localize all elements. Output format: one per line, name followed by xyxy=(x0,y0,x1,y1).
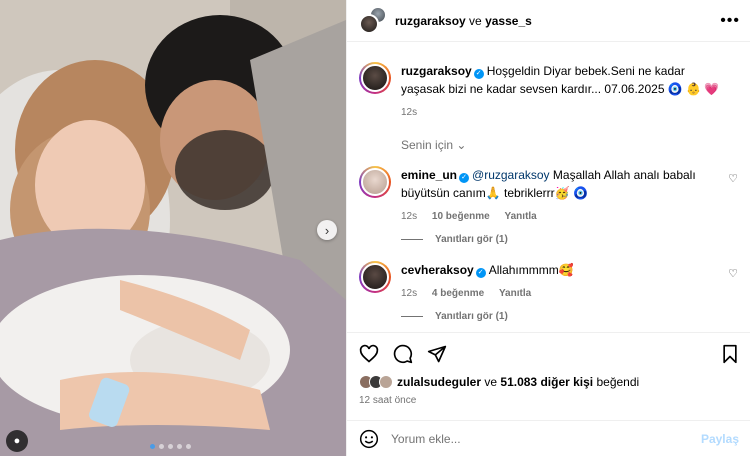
comment-time[interactable]: 12s xyxy=(401,288,417,299)
carousel-dots xyxy=(150,444,191,449)
collab-avatars[interactable] xyxy=(359,5,387,34)
comment-meta: 12s 4 beğenme Yanıtla xyxy=(401,285,720,303)
carousel-dot xyxy=(186,444,191,449)
comment-bubble-icon[interactable] xyxy=(393,344,413,364)
avatar[interactable] xyxy=(359,13,379,34)
next-photo-button[interactable]: › xyxy=(317,220,337,240)
comment-item: emine_un ✓ @ruzgaraksoy Maşallah Allah ana… xyxy=(359,166,738,226)
comment-like-icon[interactable]: ♡ xyxy=(728,267,738,280)
post-photo[interactable]: › ● xyxy=(0,0,346,456)
add-comment-bar: Yorum ekle... Paylaş xyxy=(347,420,750,456)
caption: ruzgaraksoy ✓ Hoşgeldin Diyar bebek.Seni n… xyxy=(359,62,738,122)
share-send-icon[interactable] xyxy=(427,344,447,364)
view-replies-label[interactable]: Yanıtları gör (1) xyxy=(435,311,508,322)
likes-summary: zulalsudeguler ve 51.083 diğer kişi beğe… xyxy=(359,375,739,389)
post-actions: zulalsudeguler ve 51.083 diğer kişi beğe… xyxy=(347,332,750,406)
comment-time[interactable]: 12s xyxy=(401,211,417,222)
carousel-dot xyxy=(159,444,164,449)
comment-mention[interactable]: @ruzgaraksoy xyxy=(472,168,550,182)
caption-time[interactable]: 12s xyxy=(401,107,417,118)
liked-suffix: beğendi xyxy=(596,375,640,389)
comment-input[interactable]: Yorum ekle... xyxy=(391,432,701,446)
view-replies-button[interactable]: Yanıtları gör (1) xyxy=(401,234,738,245)
verified-badge-icon: ✓ xyxy=(473,69,484,79)
more-horizontal-icon[interactable]: ••• xyxy=(720,12,740,30)
comment-item: cevheraksoy ✓ Allahımmmm🥰 12s 4 beğenme Ya… xyxy=(359,261,738,303)
carousel-dot xyxy=(177,444,182,449)
comment-like-icon[interactable]: ♡ xyxy=(728,172,738,185)
post-comment-button[interactable]: Paylaş xyxy=(701,432,739,446)
post-time[interactable]: 12 saat önce xyxy=(359,395,739,406)
author-username[interactable]: yasse_s xyxy=(485,14,532,28)
liked-others-count[interactable]: 51.083 diğer kişi xyxy=(500,375,593,389)
comment-likes[interactable]: 4 beğenme xyxy=(432,288,484,299)
comment-meta: 12s 10 beğenme Yanıtla xyxy=(401,208,720,226)
action-icons xyxy=(359,341,739,367)
reply-button[interactable]: Yanıtla xyxy=(505,211,537,222)
avatar xyxy=(379,375,393,389)
view-replies-button[interactable]: Yanıtları gör (1) xyxy=(401,311,738,322)
comment-username[interactable]: cevheraksoy xyxy=(401,263,474,277)
caption-username[interactable]: ruzgaraksoy xyxy=(401,64,472,78)
caption-meta: 12s xyxy=(401,104,720,122)
comment-username[interactable]: emine_un xyxy=(401,168,457,182)
post-authors: ruzgaraksoy ve yasse_s xyxy=(395,14,532,28)
likes-text: zulalsudeguler ve 51.083 diğer kişi beğe… xyxy=(397,375,639,389)
carousel-dot-active xyxy=(150,444,155,449)
replies-divider xyxy=(401,239,423,240)
avatar[interactable] xyxy=(359,62,391,94)
comments-list: ruzgaraksoy ✓ Hoşgeldin Diyar bebek.Seni n… xyxy=(347,62,750,322)
liked-connector: ve xyxy=(484,375,498,389)
comment-likes[interactable]: 10 beğenme xyxy=(432,211,490,222)
author-username[interactable]: ruzgaraksoy xyxy=(395,14,466,28)
like-heart-icon[interactable] xyxy=(359,344,379,364)
replies-divider xyxy=(401,316,423,317)
view-replies-label[interactable]: Yanıtları gör (1) xyxy=(435,234,508,245)
tagged-users-icon[interactable]: ● xyxy=(6,430,28,452)
liked-by-username[interactable]: zulalsudeguler xyxy=(397,375,481,389)
verified-badge-icon: ✓ xyxy=(459,173,470,183)
comment-text: Allahımmmm🥰 xyxy=(488,263,574,277)
author-connector: ve xyxy=(469,13,482,28)
avatar[interactable] xyxy=(359,261,391,293)
emoji-icon[interactable] xyxy=(359,429,379,449)
avatar[interactable] xyxy=(359,166,391,198)
photo-illustration xyxy=(0,0,346,456)
reply-button[interactable]: Yanıtla xyxy=(499,288,531,299)
bookmark-icon[interactable] xyxy=(721,344,739,364)
carousel-dot xyxy=(168,444,173,449)
verified-badge-icon: ✓ xyxy=(475,268,486,278)
post-sidebar: ruzgaraksoy ve yasse_s ••• ruzgaraksoy ✓ H… xyxy=(346,0,750,456)
comment-sort-dropdown[interactable]: Senin için ⌄ xyxy=(401,138,738,152)
post-header: ruzgaraksoy ve yasse_s ••• xyxy=(347,0,750,42)
